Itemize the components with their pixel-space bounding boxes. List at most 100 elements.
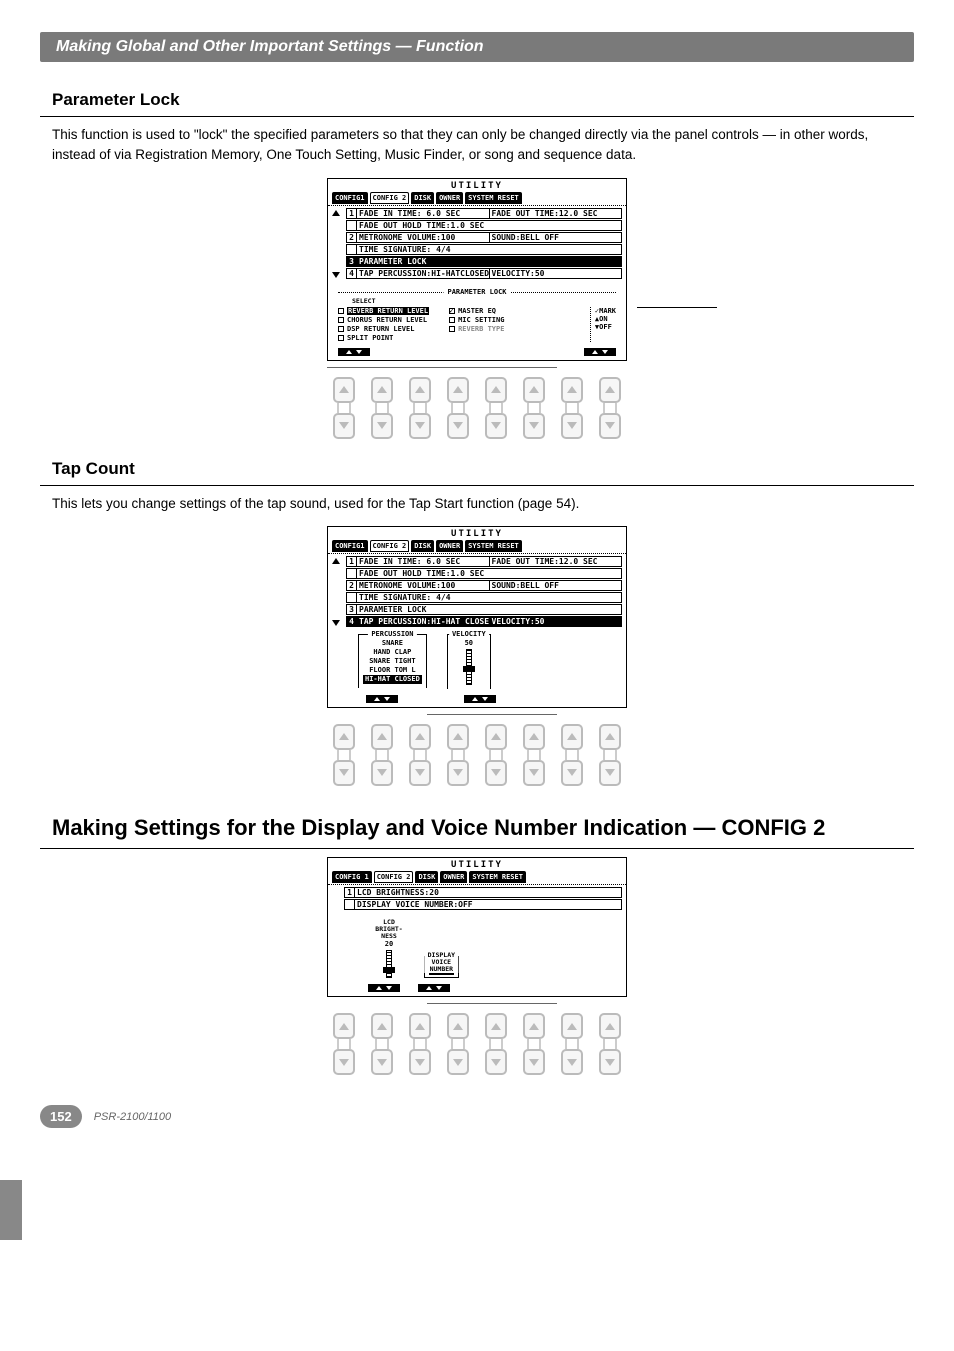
up-button[interactable] (409, 1013, 431, 1039)
up-button[interactable] (523, 724, 545, 750)
lcd-row: 3PARAMETER LOCK (346, 604, 622, 615)
model-name: PSR-2100/1100 (94, 1111, 171, 1123)
triangle-down-icon (377, 1059, 387, 1066)
down-button[interactable] (371, 1049, 393, 1075)
up-button[interactable] (561, 724, 583, 750)
up-button[interactable] (371, 377, 393, 403)
up-button[interactable] (523, 1013, 545, 1039)
percussion-item: FLOOR TOM L (363, 666, 422, 675)
button-link (527, 1039, 541, 1049)
up-button[interactable] (409, 377, 431, 403)
triangle-down-icon (415, 422, 425, 429)
divider (40, 485, 914, 486)
triangle-down-icon (377, 769, 387, 776)
button-link (451, 750, 465, 760)
down-button[interactable] (371, 760, 393, 786)
tab-disk: DISK (411, 540, 434, 552)
button-pair (596, 724, 624, 786)
down-button[interactable] (447, 413, 469, 439)
up-button[interactable] (485, 1013, 507, 1039)
down-button[interactable] (409, 413, 431, 439)
velocity-box: VELOCITY 50 (447, 634, 491, 689)
down-button[interactable] (409, 760, 431, 786)
percussion-item: SNARE (363, 639, 422, 648)
up-button[interactable] (561, 1013, 583, 1039)
row-cell-right: VELOCITY:50 (489, 617, 622, 626)
triangle-up-icon (567, 733, 577, 740)
down-button[interactable] (447, 1049, 469, 1075)
display-voice-number-label: DISPLAYVOICE NUMBER (425, 952, 458, 973)
down-button[interactable] (371, 413, 393, 439)
button-pair (596, 1013, 624, 1075)
button-pair (330, 724, 358, 786)
down-button[interactable] (561, 413, 583, 439)
footer-bar-left (338, 348, 370, 356)
down-button[interactable] (333, 413, 355, 439)
triangle-down-icon (339, 769, 349, 776)
up-button[interactable] (485, 377, 507, 403)
down-button[interactable] (485, 1049, 507, 1075)
up-button[interactable] (561, 377, 583, 403)
triangle-up-icon (415, 1023, 425, 1030)
down-button[interactable] (485, 760, 507, 786)
button-pair (368, 724, 396, 786)
down-button[interactable] (409, 1049, 431, 1075)
down-button[interactable] (447, 760, 469, 786)
triangle-down-icon (491, 769, 501, 776)
tab-disk: DISK (411, 192, 434, 204)
up-button[interactable] (371, 1013, 393, 1039)
checkbox-item: SPLIT POINT (338, 334, 429, 342)
row-cell-left: METRONOME VOLUME:100 (357, 581, 489, 590)
down-button[interactable] (561, 1049, 583, 1075)
lcd-row: 4TAP PERCUSSION:HI-HAT CLOSEDVELOCITY:50 (346, 616, 622, 627)
row-cell-left: FADE IN TIME: 6.0 sec (357, 209, 489, 218)
lcd-row: 2METRONOME VOLUME:100SOUND:BELL OFF (346, 232, 622, 243)
up-button[interactable] (599, 377, 621, 403)
up-button[interactable] (333, 1013, 355, 1039)
triangle-down-icon (567, 769, 577, 776)
checkbox-label: CHORUS RETURN LEVEL (347, 316, 427, 324)
tab-config2: CONFIG 2 (370, 540, 410, 552)
up-button[interactable] (333, 724, 355, 750)
tab-config2: CONFIG 2 (374, 871, 414, 883)
up-button[interactable] (447, 1013, 469, 1039)
off-label: ▼OFF (595, 323, 616, 331)
down-button[interactable] (599, 1049, 621, 1075)
row-cell-left: FADE OUT HOLD TIME:1.0 sec (357, 569, 621, 578)
down-button[interactable] (523, 1049, 545, 1075)
button-strip-1 (307, 367, 647, 439)
down-button[interactable] (523, 413, 545, 439)
arrow-down-icon (332, 620, 340, 626)
velocity-label: VELOCITY (449, 630, 489, 638)
up-button[interactable] (447, 724, 469, 750)
down-button[interactable] (561, 760, 583, 786)
mark-label: ✓MARK (595, 307, 616, 315)
lcd-row: 1FADE IN TIME: 6.0 secFADE OUT TIME:12.0… (346, 556, 622, 567)
down-button[interactable] (333, 1049, 355, 1075)
button-pair (596, 377, 624, 439)
up-button[interactable] (371, 724, 393, 750)
triangle-up-icon (339, 1023, 349, 1030)
down-button[interactable] (599, 413, 621, 439)
up-button[interactable] (523, 377, 545, 403)
lcd-row: 1FADE IN TIME: 6.0 secFADE OUT TIME:12.0… (346, 208, 622, 219)
button-link (337, 403, 351, 413)
down-button[interactable] (599, 760, 621, 786)
down-button[interactable] (523, 760, 545, 786)
row-number: 1 (345, 888, 355, 897)
up-button[interactable] (409, 724, 431, 750)
button-pair (368, 1013, 396, 1075)
up-button[interactable] (599, 724, 621, 750)
up-button[interactable] (447, 377, 469, 403)
arrow-up-icon (332, 558, 340, 564)
percussion-box: PERCUSSION SNAREHAND CLAPSNARE TIGHTFLOO… (358, 634, 427, 688)
button-link (337, 750, 351, 760)
up-button[interactable] (485, 724, 507, 750)
up-button[interactable] (599, 1013, 621, 1039)
down-button[interactable] (485, 413, 507, 439)
button-pair (558, 724, 586, 786)
button-pair (444, 724, 472, 786)
up-button[interactable] (333, 377, 355, 403)
lcd-row: DISPLAY VOICE NUMBER:OFF (344, 899, 622, 910)
down-button[interactable] (333, 760, 355, 786)
